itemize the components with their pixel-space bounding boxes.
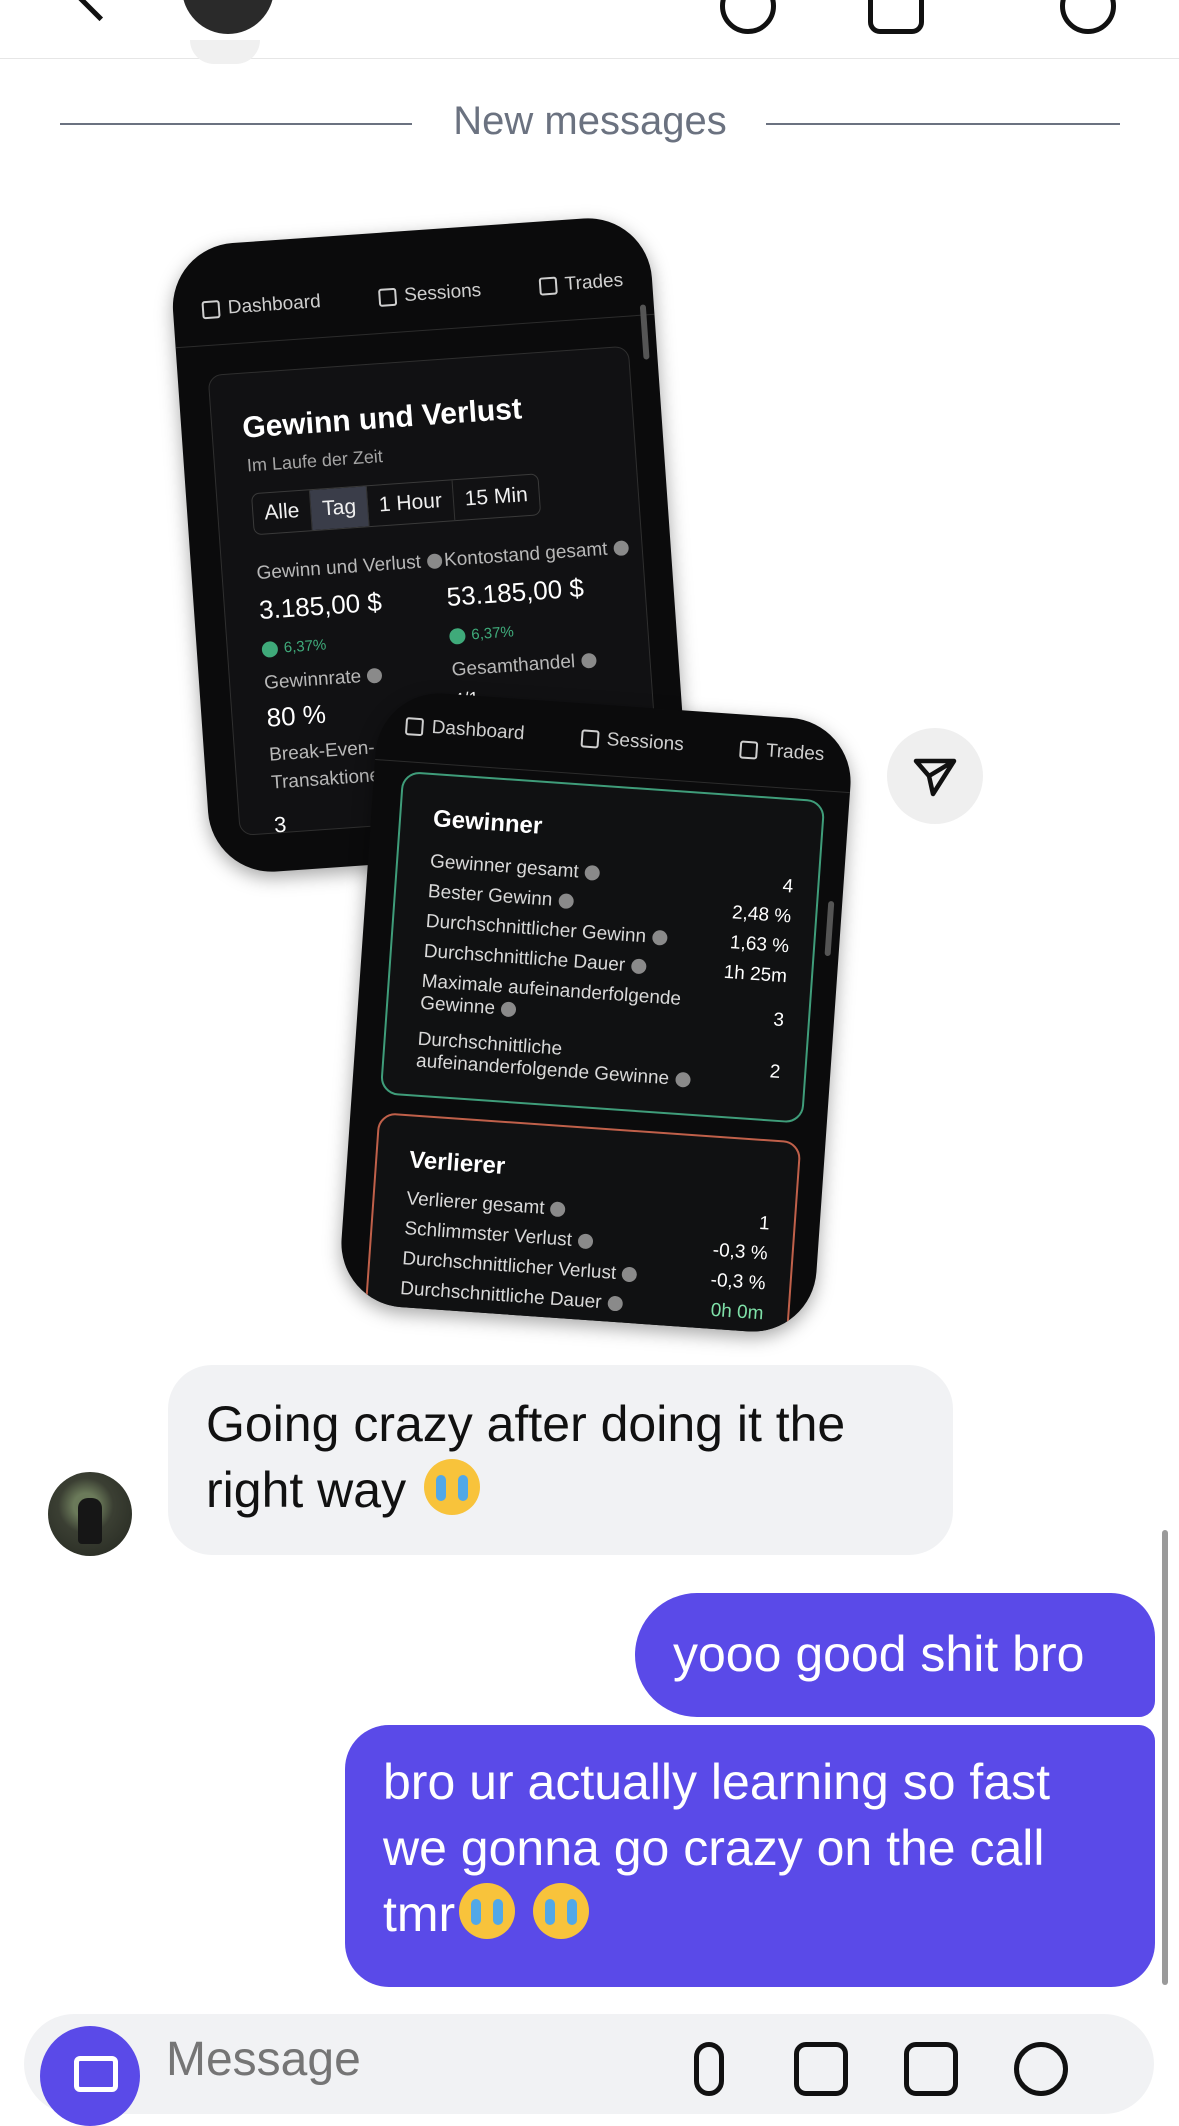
total-percent: 6,37%: [448, 623, 515, 645]
segment-15-min: 15 Min: [463, 483, 529, 511]
video-call-icon[interactable]: [868, 0, 924, 34]
chat-header: [0, 0, 1179, 59]
info-icon: [674, 1072, 691, 1089]
contact-avatar[interactable]: [182, 0, 274, 34]
new-messages-divider: New messages: [60, 95, 1120, 155]
info-icon: [630, 958, 647, 975]
info-icon: [606, 1296, 623, 1313]
message-composer: [24, 2014, 1154, 2126]
grid-icon: [405, 717, 425, 737]
stat-value: 3: [772, 1009, 785, 1032]
card-subtitle: Im Laufe der Zeit: [246, 446, 384, 476]
winrate-label: Gewinnrate: [264, 665, 383, 695]
camera-icon: [74, 2056, 118, 2092]
pnl-value: 3.185,00 $: [258, 586, 383, 626]
shared-image-winners[interactable]: Dashboard Sessions Trades Gewinner Gewin…: [337, 689, 855, 1336]
document-icon: [538, 276, 558, 296]
list-icon: [377, 287, 397, 307]
list-icon: [580, 729, 600, 749]
loudly-crying-emoji-icon: [423, 1459, 480, 1515]
sticker-icon[interactable]: [904, 2042, 958, 2096]
arrow-up-icon: [261, 640, 279, 658]
share-send-icon: [913, 758, 957, 797]
loudly-crying-emoji-icon: [459, 1883, 516, 1939]
info-icon: [577, 1233, 594, 1250]
document-icon: [739, 740, 759, 760]
microphone-icon[interactable]: [694, 2042, 724, 2096]
losers-card: Verlierer Verlierer gesamt 1 Schlimmster …: [362, 1112, 802, 1336]
outgoing-message[interactable]: bro ur actually learning so fast we gonn…: [345, 1725, 1155, 1987]
nav-trades: Trades: [538, 270, 624, 298]
add-icon[interactable]: [1014, 2042, 1068, 2096]
info-icon: [426, 553, 443, 570]
segment-alle: Alle: [252, 490, 313, 535]
avatar-figure: [78, 1498, 102, 1544]
winners-title: Gewinner: [432, 805, 544, 840]
info-icon: [366, 668, 383, 685]
arrow-up-icon: [448, 627, 466, 645]
total-value: 53.185,00 $: [445, 572, 585, 612]
gallery-icon[interactable]: [794, 2042, 848, 2096]
pnl-label: Gewinn und Verlust: [256, 550, 443, 585]
tag-icon[interactable]: [1060, 0, 1116, 34]
segment-1-hour: 1 Hour: [366, 480, 456, 527]
info-icon: [557, 893, 574, 910]
outgoing-message[interactable]: yooo good shit bro: [635, 1593, 1155, 1717]
share-button[interactable]: [887, 728, 983, 824]
sender-avatar[interactable]: [48, 1472, 132, 1556]
new-messages-label: New messages: [453, 99, 727, 143]
app-nav: Dashboard Sessions Trades: [170, 243, 655, 349]
chat-scrollbar[interactable]: [1162, 1530, 1168, 1985]
info-icon: [500, 1001, 517, 1018]
nav-sessions: Sessions: [580, 727, 684, 756]
pnl-percent: 6,37%: [261, 637, 327, 658]
winrate-value: 80 %: [265, 698, 327, 733]
incoming-message[interactable]: Going crazy after doing it the right way: [168, 1365, 953, 1555]
winners-card: Gewinner Gewinner gesamt 4 Bester Gewinn 2…: [379, 770, 826, 1124]
timeframe-segment: Alle Tag 1 Hour 15 Min: [250, 473, 542, 536]
previous-message-avatar: [190, 40, 260, 64]
totaltrades-label: Gesamthandel: [451, 650, 597, 682]
stat-row: Durchschnittliche aufeinanderfolgende Ge…: [415, 1029, 717, 1094]
camera-button[interactable]: [40, 2026, 140, 2126]
info-icon: [580, 653, 597, 670]
info-icon: [549, 1201, 566, 1218]
loudly-crying-emoji-icon: [533, 1883, 590, 1939]
nav-dashboard: Dashboard: [201, 291, 321, 321]
nav-trades: Trades: [739, 738, 825, 766]
audio-call-icon[interactable]: [720, 0, 776, 34]
back-icon[interactable]: [71, 0, 128, 22]
scrollbar: [824, 900, 835, 957]
stat-value: 2: [768, 1061, 781, 1083]
message-input[interactable]: [164, 2028, 668, 2090]
card-title: Gewinn und Verlust: [241, 392, 523, 445]
nav-sessions: Sessions: [377, 280, 482, 309]
losers-title: Verlierer: [408, 1146, 507, 1181]
nav-dashboard: Dashboard: [405, 715, 525, 745]
info-icon: [651, 930, 668, 947]
divider-line: [766, 123, 1120, 125]
total-label: Kontostand gesamt: [443, 537, 629, 572]
info-icon: [621, 1266, 638, 1283]
info-icon: [612, 540, 629, 557]
grid-icon: [201, 300, 221, 320]
info-icon: [584, 865, 601, 882]
breakeven-label: Break-Even-: [268, 737, 376, 766]
breakeven-value: 3: [273, 811, 288, 838]
segment-tag: Tag: [309, 486, 370, 531]
